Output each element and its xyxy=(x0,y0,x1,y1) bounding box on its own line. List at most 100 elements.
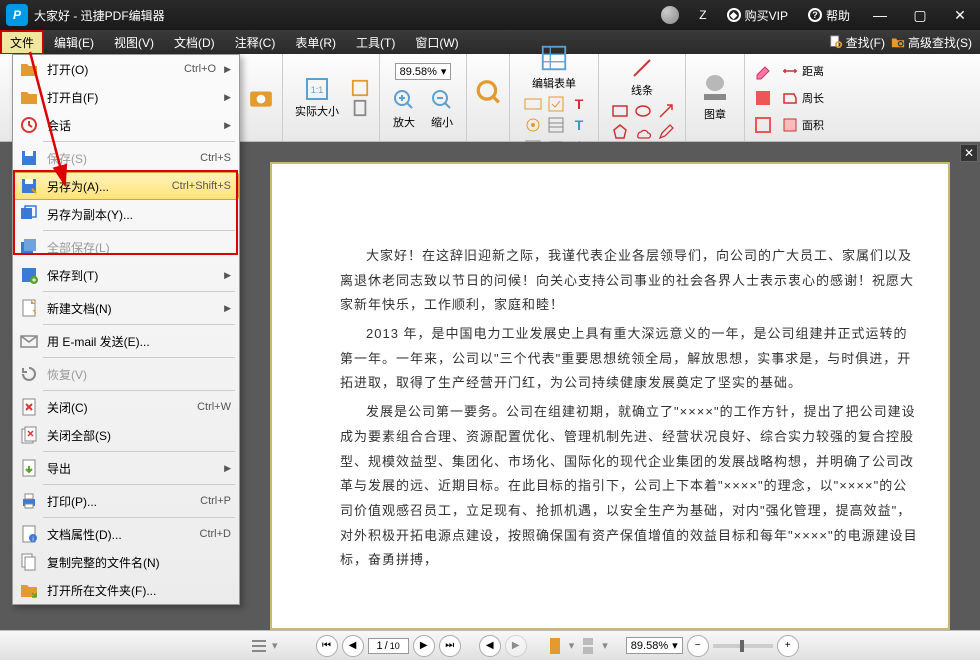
text-t-icon[interactable]: T xyxy=(570,95,588,113)
zoom-slider[interactable] xyxy=(713,644,773,648)
edit-form-button[interactable]: 编辑表单 xyxy=(528,41,580,93)
listbox-icon[interactable] xyxy=(547,116,565,134)
zoom-out-status[interactable]: − xyxy=(687,635,709,657)
saveas-icon xyxy=(19,176,39,196)
menu-tool[interactable]: 工具(T) xyxy=(346,30,405,55)
menu-item[interactable]: 保存(S)Ctrl+S xyxy=(13,144,239,172)
submenu-arrow-icon: ▶ xyxy=(224,92,231,103)
menu-item[interactable]: 复制完整的文件名(N) xyxy=(13,548,239,576)
menu-item[interactable]: 另存为副本(Y)... xyxy=(13,200,239,228)
menu-file[interactable]: 文件 xyxy=(0,30,44,55)
prev-page-button[interactable]: ◀ xyxy=(342,635,364,657)
zoom-out-button[interactable]: 缩小 xyxy=(426,86,458,132)
cloud-icon[interactable] xyxy=(634,123,652,141)
menu-item-label: 关闭(C) xyxy=(47,399,189,416)
menu-comment[interactable]: 注释(C) xyxy=(225,30,286,55)
single-page-icon[interactable] xyxy=(545,636,565,656)
next-page-button[interactable]: ▶ xyxy=(413,635,435,657)
menu-item[interactable]: 新建文档(N)▶ xyxy=(13,294,239,322)
area-button[interactable]: 面积 xyxy=(777,114,828,136)
nav-fwd-button[interactable]: ▶ xyxy=(505,635,527,657)
menu-item[interactable]: 打印(P)...Ctrl+P xyxy=(13,487,239,515)
close-button[interactable]: ✕ xyxy=(940,0,980,30)
menu-item[interactable]: 关闭(C)Ctrl+W xyxy=(13,393,239,421)
vip-button[interactable]: ◆购买VIP xyxy=(727,7,788,24)
globe-icon[interactable] xyxy=(661,6,679,24)
close-icon xyxy=(19,397,39,417)
last-page-button[interactable]: ⏭ xyxy=(439,635,461,657)
menu-item[interactable]: 全部保存(L) xyxy=(13,233,239,261)
text-blue-icon[interactable]: T xyxy=(570,116,588,134)
menu-form[interactable]: 表单(R) xyxy=(285,30,346,55)
menu-edit[interactable]: 编辑(E) xyxy=(44,30,104,55)
file-menu-dropdown: 打开(O)Ctrl+O▶打开自(F)▶会话▶ 保存(S)Ctrl+S另存为(A).… xyxy=(12,54,240,605)
vip-label: 购买VIP xyxy=(745,7,788,24)
menu-document[interactable]: 文档(D) xyxy=(164,30,225,55)
menu-item-label: 关闭全部(S) xyxy=(47,427,231,444)
stamp-button[interactable]: 图章 xyxy=(694,72,736,124)
nav-back-button[interactable]: ◀ xyxy=(479,635,501,657)
app-logo: P xyxy=(6,4,28,26)
menu-item[interactable]: 会话▶ xyxy=(13,111,239,139)
menu-item[interactable]: i文档属性(D)...Ctrl+D xyxy=(13,520,239,548)
menu-item[interactable]: 关闭全部(S) xyxy=(13,421,239,449)
zoom-in-status[interactable]: + xyxy=(777,635,799,657)
menu-item[interactable]: 用 E-mail 发送(E)... xyxy=(13,327,239,355)
user-letter[interactable]: Z xyxy=(699,8,706,22)
zoom-in-button[interactable]: 放大 xyxy=(388,86,420,132)
menu-window[interactable]: 窗口(W) xyxy=(405,30,468,55)
arrow-icon[interactable] xyxy=(657,102,675,120)
checkbox-icon[interactable] xyxy=(547,95,565,113)
magnifier-tool-icon[interactable] xyxy=(475,78,501,118)
zoom-status[interactable]: 89.58%▾ xyxy=(626,637,683,654)
menu-item[interactable]: 导出▶ xyxy=(13,454,239,482)
actual-size-button[interactable]: 1:1实际大小 xyxy=(291,75,343,121)
advanced-find-button[interactable]: 高级查找(S) xyxy=(891,34,972,51)
continuous-page-icon[interactable] xyxy=(578,636,598,656)
session-icon xyxy=(19,115,39,135)
menu-item-label: 全部保存(L) xyxy=(47,239,231,256)
rect-icon[interactable] xyxy=(611,102,629,120)
find-button[interactable]: 查找(F) xyxy=(829,34,885,51)
tab-close-button[interactable]: ✕ xyxy=(960,144,978,162)
zoom-combo[interactable]: 89.58%▾ xyxy=(395,63,452,80)
camera-icon[interactable] xyxy=(248,85,274,111)
menu-item[interactable]: 打开自(F)▶ xyxy=(13,83,239,111)
menu-item[interactable]: 保存到(T)▶ xyxy=(13,261,239,289)
openfolder-icon xyxy=(19,580,39,600)
ellipse-icon[interactable] xyxy=(634,102,652,120)
area-icon xyxy=(781,116,799,134)
radio-icon[interactable] xyxy=(524,116,542,134)
options-icon[interactable] xyxy=(250,637,268,655)
menu-view[interactable]: 视图(V) xyxy=(104,30,164,55)
saveall-icon xyxy=(19,237,39,257)
copyname-icon xyxy=(19,552,39,572)
svg-text:i: i xyxy=(32,537,33,543)
pdf-page: 大家好！在这辞旧迎新之际，我谨代表企业各层领导们，向公司的广大员工、家属们以及离… xyxy=(270,162,950,630)
menu-item-label: 保存(S) xyxy=(47,150,192,167)
shape-outline-icon[interactable] xyxy=(753,115,773,135)
pencil-icon[interactable] xyxy=(657,123,675,141)
textfield-icon[interactable] xyxy=(524,95,542,113)
menu-item-shortcut: Ctrl+P xyxy=(200,495,231,507)
shape-red-icon[interactable] xyxy=(753,88,773,108)
title-bar: P 大家好 - 迅捷PDF编辑器 Z ◆购买VIP ?帮助 — ▢ ✕ xyxy=(0,0,980,30)
polygon-icon[interactable] xyxy=(611,123,629,141)
maximize-button[interactable]: ▢ xyxy=(900,0,940,30)
menu-item[interactable]: 打开所在文件夹(F)... xyxy=(13,576,239,604)
menu-item[interactable]: 另存为(A)...Ctrl+Shift+S xyxy=(13,172,239,200)
help-label: 帮助 xyxy=(826,7,850,24)
menu-item[interactable]: 打开(O)Ctrl+O▶ xyxy=(13,55,239,83)
distance-button[interactable]: 距离 xyxy=(777,60,828,82)
help-icon: ? xyxy=(808,8,822,22)
fit-width-icon[interactable] xyxy=(349,79,371,97)
line-tool-button[interactable]: 线条 xyxy=(626,54,658,100)
eraser-icon[interactable] xyxy=(753,61,773,81)
perimeter-button[interactable]: 周长 xyxy=(777,87,828,109)
help-button[interactable]: ? 帮助 xyxy=(808,7,850,24)
fit-page-icon[interactable] xyxy=(349,99,371,117)
minimize-button[interactable]: — xyxy=(860,0,900,30)
page-input[interactable]: 1/10 xyxy=(368,638,409,654)
menu-item[interactable]: 恢复(V) xyxy=(13,360,239,388)
first-page-button[interactable]: ⏮ xyxy=(316,635,338,657)
